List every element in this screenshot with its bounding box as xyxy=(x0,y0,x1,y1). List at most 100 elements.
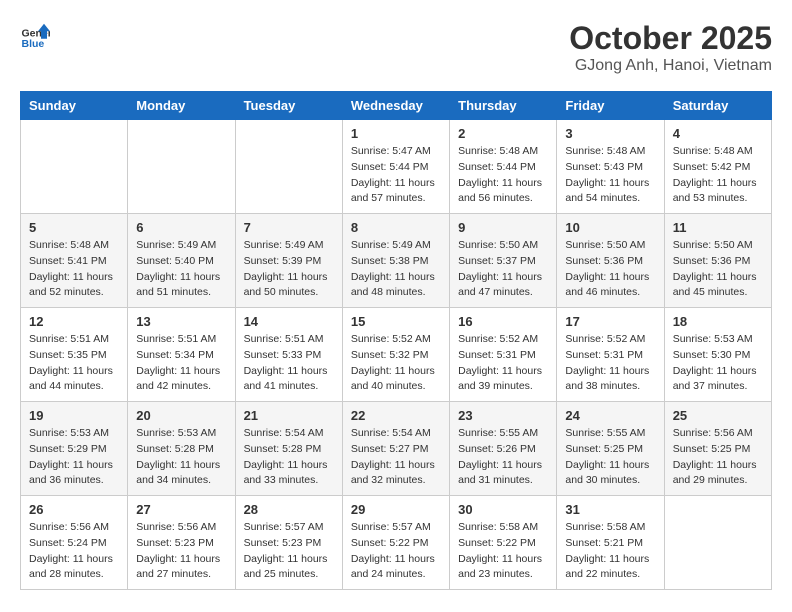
day-info: Sunrise: 5:47 AM Sunset: 5:44 PM Dayligh… xyxy=(351,144,441,207)
day-info: Sunrise: 5:54 AM Sunset: 5:28 PM Dayligh… xyxy=(244,426,334,489)
day-number: 17 xyxy=(565,314,655,329)
calendar-day-27: 27 Sunrise: 5:56 AM Sunset: 5:23 PM Dayli… xyxy=(128,496,235,590)
calendar-day-17: 17 Sunrise: 5:52 AM Sunset: 5:31 PM Dayli… xyxy=(557,308,664,402)
calendar-day-7: 7 Sunrise: 5:49 AM Sunset: 5:39 PM Daylig… xyxy=(235,214,342,308)
calendar-day-2: 2Sunrise: 5:48 AM Sunset: 5:44 PM Daylig… xyxy=(450,120,557,214)
logo: General Blue xyxy=(20,20,50,50)
svg-text:Blue: Blue xyxy=(22,38,45,50)
day-info: Sunrise: 5:50 AM Sunset: 5:36 PM Dayligh… xyxy=(565,238,655,301)
calendar-day-22: 22Sunrise: 5:54 AM Sunset: 5:27 PM Dayli… xyxy=(342,402,449,496)
calendar-week-5: 26 Sunrise: 5:56 AM Sunset: 5:24 PM Dayli… xyxy=(21,496,772,590)
day-number: 8 xyxy=(351,220,441,235)
weekday-header-wednesday: Wednesday xyxy=(342,92,449,120)
day-info: Sunrise: 5:48 AM Sunset: 5:43 PM Dayligh… xyxy=(565,144,655,207)
day-info: Sunrise: 5:52 AM Sunset: 5:32 PM Dayligh… xyxy=(351,332,441,395)
calendar-day-4: 4 Sunrise: 5:48 AM Sunset: 5:42 PM Daylig… xyxy=(664,120,771,214)
day-info: Sunrise: 5:56 AM Sunset: 5:25 PM Dayligh… xyxy=(673,426,763,489)
day-info: Sunrise: 5:52 AM Sunset: 5:31 PM Dayligh… xyxy=(565,332,655,395)
day-number: 25 xyxy=(673,408,763,423)
calendar-day-6: 6 Sunrise: 5:49 AM Sunset: 5:40 PM Daylig… xyxy=(128,214,235,308)
calendar-day-empty xyxy=(664,496,771,590)
calendar-day-23: 23 Sunrise: 5:55 AM Sunset: 5:26 PM Dayli… xyxy=(450,402,557,496)
day-number: 29 xyxy=(351,502,441,517)
calendar-table: SundayMondayTuesdayWednesdayThursdayFrid… xyxy=(20,91,772,590)
day-number: 6 xyxy=(136,220,226,235)
day-info: Sunrise: 5:48 AM Sunset: 5:41 PM Dayligh… xyxy=(29,238,119,301)
calendar-day-empty xyxy=(128,120,235,214)
calendar-day-18: 18 Sunrise: 5:53 AM Sunset: 5:30 PM Dayli… xyxy=(664,308,771,402)
day-info: Sunrise: 5:48 AM Sunset: 5:44 PM Dayligh… xyxy=(458,144,548,207)
day-number: 26 xyxy=(29,502,119,517)
calendar-day-28: 28Sunrise: 5:57 AM Sunset: 5:23 PM Dayli… xyxy=(235,496,342,590)
day-number: 21 xyxy=(244,408,334,423)
day-info: Sunrise: 5:55 AM Sunset: 5:26 PM Dayligh… xyxy=(458,426,548,489)
weekday-header-row: SundayMondayTuesdayWednesdayThursdayFrid… xyxy=(21,92,772,120)
calendar-day-11: 11 Sunrise: 5:50 AM Sunset: 5:36 PM Dayli… xyxy=(664,214,771,308)
day-info: Sunrise: 5:50 AM Sunset: 5:37 PM Dayligh… xyxy=(458,238,548,301)
calendar-day-13: 13 Sunrise: 5:51 AM Sunset: 5:34 PM Dayli… xyxy=(128,308,235,402)
calendar-day-26: 26 Sunrise: 5:56 AM Sunset: 5:24 PM Dayli… xyxy=(21,496,128,590)
day-info: Sunrise: 5:49 AM Sunset: 5:40 PM Dayligh… xyxy=(136,238,226,301)
day-number: 3 xyxy=(565,126,655,141)
day-info: Sunrise: 5:53 AM Sunset: 5:28 PM Dayligh… xyxy=(136,426,226,489)
day-number: 1 xyxy=(351,126,441,141)
day-number: 23 xyxy=(458,408,548,423)
calendar-day-5: 5 Sunrise: 5:48 AM Sunset: 5:41 PM Daylig… xyxy=(21,214,128,308)
weekday-header-sunday: Sunday xyxy=(21,92,128,120)
calendar-day-19: 19 Sunrise: 5:53 AM Sunset: 5:29 PM Dayli… xyxy=(21,402,128,496)
calendar-week-4: 19 Sunrise: 5:53 AM Sunset: 5:29 PM Dayli… xyxy=(21,402,772,496)
day-number: 10 xyxy=(565,220,655,235)
day-info: Sunrise: 5:51 AM Sunset: 5:33 PM Dayligh… xyxy=(244,332,334,395)
day-number: 19 xyxy=(29,408,119,423)
day-info: Sunrise: 5:50 AM Sunset: 5:36 PM Dayligh… xyxy=(673,238,763,301)
day-number: 15 xyxy=(351,314,441,329)
day-info: Sunrise: 5:51 AM Sunset: 5:34 PM Dayligh… xyxy=(136,332,226,395)
day-info: Sunrise: 5:53 AM Sunset: 5:29 PM Dayligh… xyxy=(29,426,119,489)
day-info: Sunrise: 5:56 AM Sunset: 5:24 PM Dayligh… xyxy=(29,520,119,583)
calendar-day-16: 16 Sunrise: 5:52 AM Sunset: 5:31 PM Dayli… xyxy=(450,308,557,402)
calendar-day-10: 10 Sunrise: 5:50 AM Sunset: 5:36 PM Dayli… xyxy=(557,214,664,308)
day-number: 4 xyxy=(673,126,763,141)
calendar-day-21: 21 Sunrise: 5:54 AM Sunset: 5:28 PM Dayli… xyxy=(235,402,342,496)
calendar-day-empty xyxy=(21,120,128,214)
day-number: 30 xyxy=(458,502,548,517)
calendar-day-20: 20Sunrise: 5:53 AM Sunset: 5:28 PM Dayli… xyxy=(128,402,235,496)
day-number: 11 xyxy=(673,220,763,235)
day-number: 31 xyxy=(565,502,655,517)
day-number: 9 xyxy=(458,220,548,235)
calendar-week-2: 5 Sunrise: 5:48 AM Sunset: 5:41 PM Daylig… xyxy=(21,214,772,308)
day-info: Sunrise: 5:55 AM Sunset: 5:25 PM Dayligh… xyxy=(565,426,655,489)
day-number: 18 xyxy=(673,314,763,329)
day-info: Sunrise: 5:58 AM Sunset: 5:21 PM Dayligh… xyxy=(565,520,655,583)
day-number: 7 xyxy=(244,220,334,235)
title-section: October 2025 GJong Anh, Hanoi, Vietnam xyxy=(569,20,772,75)
calendar-day-12: 12 Sunrise: 5:51 AM Sunset: 5:35 PM Dayli… xyxy=(21,308,128,402)
day-number: 5 xyxy=(29,220,119,235)
day-number: 16 xyxy=(458,314,548,329)
calendar-day-25: 25 Sunrise: 5:56 AM Sunset: 5:25 PM Dayli… xyxy=(664,402,771,496)
day-number: 22 xyxy=(351,408,441,423)
day-number: 12 xyxy=(29,314,119,329)
day-number: 27 xyxy=(136,502,226,517)
weekday-header-tuesday: Tuesday xyxy=(235,92,342,120)
weekday-header-thursday: Thursday xyxy=(450,92,557,120)
calendar-day-30: 30Sunrise: 5:58 AM Sunset: 5:22 PM Dayli… xyxy=(450,496,557,590)
day-info: Sunrise: 5:48 AM Sunset: 5:42 PM Dayligh… xyxy=(673,144,763,207)
calendar-day-9: 9 Sunrise: 5:50 AM Sunset: 5:37 PM Daylig… xyxy=(450,214,557,308)
day-info: Sunrise: 5:52 AM Sunset: 5:31 PM Dayligh… xyxy=(458,332,548,395)
weekday-header-saturday: Saturday xyxy=(664,92,771,120)
calendar-day-empty xyxy=(235,120,342,214)
weekday-header-monday: Monday xyxy=(128,92,235,120)
day-info: Sunrise: 5:56 AM Sunset: 5:23 PM Dayligh… xyxy=(136,520,226,583)
calendar-day-15: 15 Sunrise: 5:52 AM Sunset: 5:32 PM Dayli… xyxy=(342,308,449,402)
calendar-day-1: 1 Sunrise: 5:47 AM Sunset: 5:44 PM Daylig… xyxy=(342,120,449,214)
calendar-title: October 2025 xyxy=(569,20,772,57)
day-info: Sunrise: 5:51 AM Sunset: 5:35 PM Dayligh… xyxy=(29,332,119,395)
page-header: General Blue October 2025 GJong Anh, Han… xyxy=(20,20,772,75)
day-info: Sunrise: 5:57 AM Sunset: 5:23 PM Dayligh… xyxy=(244,520,334,583)
day-info: Sunrise: 5:53 AM Sunset: 5:30 PM Dayligh… xyxy=(673,332,763,395)
day-info: Sunrise: 5:49 AM Sunset: 5:39 PM Dayligh… xyxy=(244,238,334,301)
day-number: 14 xyxy=(244,314,334,329)
calendar-week-3: 12 Sunrise: 5:51 AM Sunset: 5:35 PM Dayli… xyxy=(21,308,772,402)
day-number: 13 xyxy=(136,314,226,329)
